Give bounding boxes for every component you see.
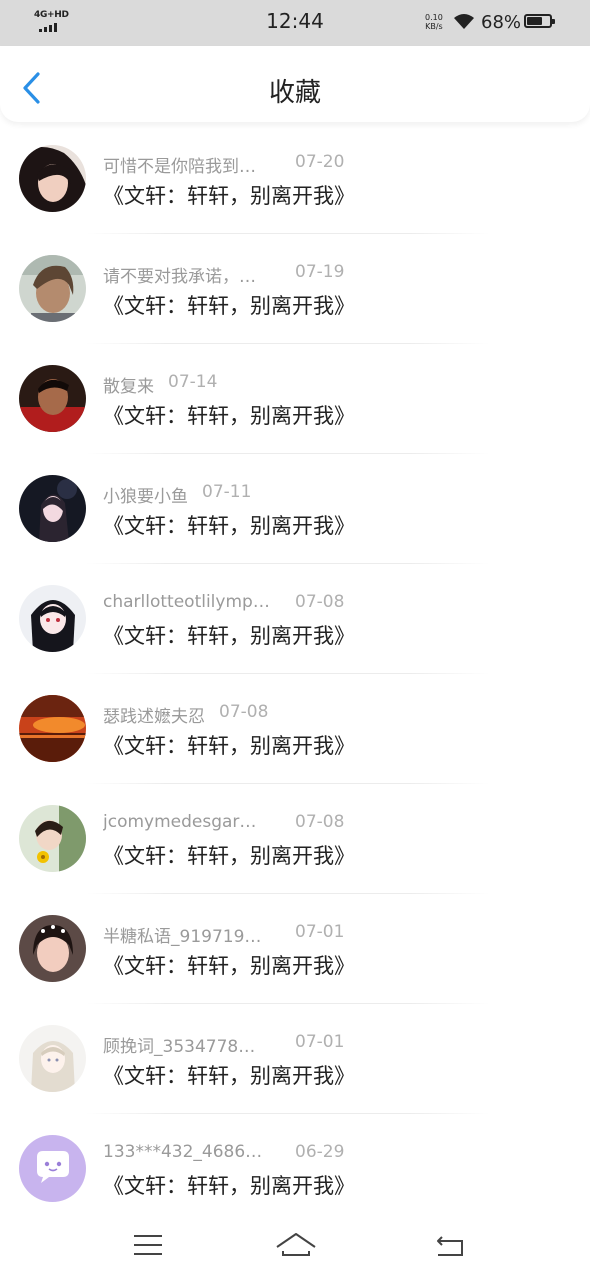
home-button[interactable] [272, 1229, 320, 1265]
item-date: 06-29 [295, 1142, 345, 1162]
item-date: 07-08 [295, 812, 345, 832]
return-icon [437, 1236, 463, 1256]
item-meta: charllotteotlilymp… 07-08 [103, 592, 573, 616]
avatar[interactable] [19, 1025, 86, 1092]
item-date: 07-20 [295, 152, 345, 172]
item-meta: 顾挽词_3534778… 07-01 [103, 1032, 573, 1057]
item-content[interactable]: 《文轩：轩轩，别离开我》 [103, 180, 355, 210]
item-content[interactable]: 《文轩：轩轩，别离开我》 [103, 1060, 355, 1090]
avatar[interactable] [19, 1135, 86, 1202]
avatar[interactable] [19, 365, 86, 432]
list-item[interactable]: 散复来 07-14 《文轩：轩轩，别离开我》 [0, 344, 590, 454]
anime-girl-light-hair-image [19, 1025, 86, 1092]
network-speed-unit: KB/s [425, 22, 443, 31]
author-name[interactable]: 请不要对我承诺，… [103, 262, 281, 287]
author-name[interactable]: 可惜不是你陪我到… [103, 152, 281, 177]
avatar[interactable] [19, 255, 86, 322]
portrait-woman-dark-hair-image [19, 145, 86, 212]
sunset-landscape-image [19, 695, 86, 762]
author-name[interactable]: 顾挽词_3534778… [103, 1032, 281, 1057]
portrait-girl-filter-image [19, 915, 86, 982]
item-meta: 可惜不是你陪我到… 07-20 [103, 152, 573, 177]
network-speed: 0.10 KB/s [425, 13, 443, 31]
list-item[interactable]: 请不要对我承诺，… 07-19 《文轩：轩轩，别离开我》 [0, 234, 590, 344]
menu-icon [134, 1235, 162, 1255]
item-date: 07-19 [295, 262, 345, 282]
battery-percent: 68% [481, 12, 522, 33]
anime-girl-night-image [19, 475, 86, 542]
avatar[interactable] [19, 585, 86, 652]
home-icon [276, 1233, 316, 1256]
item-content[interactable]: 《文轩：轩轩，别离开我》 [103, 950, 355, 980]
list-item[interactable]: 瑟践述嬷夫忍 07-08 《文轩：轩轩，别离开我》 [0, 674, 590, 784]
item-content[interactable]: 《文轩：轩轩，别离开我》 [103, 290, 355, 320]
favorites-list: 可惜不是你陪我到… 07-20 《文轩：轩轩，别离开我》 请不要对我承诺，… 07-19… [0, 124, 590, 1224]
item-content[interactable]: 《文轩：轩轩，别离开我》 [103, 730, 355, 760]
status-bar: 4G+HD 12:44 0.10 KB/s 68% [0, 0, 590, 46]
item-meta: 小狼要小鱼 07-11 [103, 482, 573, 507]
header: 收藏 [0, 46, 590, 122]
item-content[interactable]: 《文轩：轩轩，别离开我》 [103, 620, 355, 650]
item-meta: 散复来 07-14 [103, 372, 573, 397]
portrait-boy-red-image [19, 365, 86, 432]
author-name[interactable]: 瑟践述嬷夫忍 [103, 702, 205, 727]
item-meta: 请不要对我承诺，… 07-19 [103, 262, 573, 287]
portrait-woman-selfie-image [19, 255, 86, 322]
author-name[interactable]: 半糖私语_919719… [103, 922, 281, 947]
avatar[interactable] [19, 695, 86, 762]
item-date: 07-14 [168, 372, 218, 392]
avatar[interactable] [19, 805, 86, 872]
item-content[interactable]: 《文轩：轩轩，别离开我》 [103, 400, 355, 430]
item-meta: 133***432_4686… 06-29 [103, 1142, 573, 1166]
avatar[interactable] [19, 915, 86, 982]
item-meta: 半糖私语_919719… 07-01 [103, 922, 573, 947]
item-meta: jcomymedesgar… 07-08 [103, 812, 573, 836]
avatar[interactable] [19, 145, 86, 212]
list-item[interactable]: 顾挽词_3534778… 07-01 《文轩：轩轩，别离开我》 [0, 1004, 590, 1114]
list-item[interactable]: 133***432_4686… 06-29 《文轩：轩轩，别离开我》 [0, 1114, 590, 1224]
list-item[interactable]: charllotteotlilymp… 07-08 《文轩：轩轩，别离开我》 [0, 564, 590, 674]
item-content[interactable]: 《文轩：轩轩，别离开我》 [103, 510, 355, 540]
avatar[interactable] [19, 475, 86, 542]
author-name[interactable]: charllotteotlilymp… [103, 592, 281, 612]
author-name[interactable]: 133***432_4686… [103, 1142, 281, 1162]
item-content[interactable]: 《文轩：轩轩，别离开我》 [103, 840, 355, 870]
author-name[interactable]: 散复来 [103, 372, 154, 397]
network-speed-value: 0.10 [425, 13, 443, 22]
default-chat-avatar-image [19, 1135, 86, 1202]
author-name[interactable]: 小狼要小鱼 [103, 482, 188, 507]
menu-button[interactable] [126, 1229, 170, 1265]
battery-icon [524, 14, 555, 28]
list-item[interactable]: jcomymedesgar… 07-08 《文轩：轩轩，别离开我》 [0, 784, 590, 894]
wifi-icon [454, 14, 474, 29]
battery-fill [527, 17, 542, 25]
item-date: 07-08 [219, 702, 269, 722]
item-content[interactable]: 《文轩：轩轩，别离开我》 [103, 1170, 355, 1200]
author-name[interactable]: jcomymedesgar… [103, 812, 281, 832]
system-navigation-bar [0, 1215, 590, 1280]
page-title: 收藏 [268, 78, 321, 108]
item-date: 07-08 [295, 592, 345, 612]
list-item[interactable]: 小狼要小鱼 07-11 《文轩：轩轩，别离开我》 [0, 454, 590, 564]
girl-with-flower-image [19, 805, 86, 872]
return-button[interactable] [428, 1229, 472, 1265]
item-date: 07-01 [295, 1032, 345, 1052]
anime-girl-black-hair-image [19, 585, 86, 652]
list-item[interactable]: 半糖私语_919719… 07-01 《文轩：轩轩，别离开我》 [0, 894, 590, 1004]
item-meta: 瑟践述嬷夫忍 07-08 [103, 702, 573, 727]
list-item[interactable]: 可惜不是你陪我到… 07-20 《文轩：轩轩，别离开我》 [0, 124, 590, 234]
item-date: 07-11 [202, 482, 252, 502]
item-date: 07-01 [295, 922, 345, 942]
